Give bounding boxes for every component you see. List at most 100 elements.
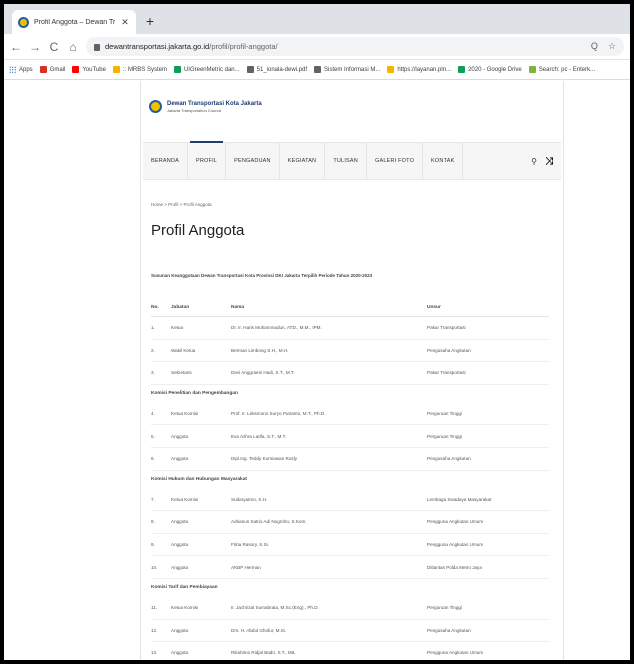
cell-jabatan: Anggota	[171, 650, 189, 656]
cell-jabatan: Ketua Komisi	[171, 411, 199, 417]
tab-strip: Profil Anggota – Dewan Transportasi Kota…	[4, 4, 630, 34]
lock-icon	[94, 44, 100, 51]
url-host: dewantransportasi.jakarta.go.id	[105, 42, 210, 51]
menu-item-profil[interactable]: PROFIL	[188, 141, 227, 180]
breadcrumb: Home > Profil > Profil Anggota	[151, 202, 212, 207]
back-button[interactable]: ←	[10, 40, 22, 54]
header-unsur: Unsur	[427, 305, 441, 310]
cell-unsur: Perguruan Tinggi	[427, 605, 462, 611]
table-row: 8. Anggota Adrianus Satrio Adi Nugroho, S.…	[151, 511, 549, 534]
bookmark-item[interactable]: https://layanan.pln...	[387, 66, 451, 73]
cell-no: 10.	[151, 564, 158, 570]
site-logo[interactable]: Dewan Transportasi Kota Jakarta Jakarta …	[149, 100, 262, 113]
apps-grid-icon	[9, 66, 16, 73]
cell-unsur: Pengguna Angkutan Umum	[427, 542, 484, 548]
bookmark-label: UIGreenMetric dan...	[183, 66, 240, 73]
menu-item-kegiatan[interactable]: KEGIATAN	[280, 142, 326, 180]
site-container: Dewan Transportasi Kota Jakarta Jakarta …	[140, 81, 564, 660]
table-row: 6. Anggota Dipl.Ing. Teddy Kurniawan Rusly…	[151, 448, 549, 471]
page-viewport: Dewan Transportasi Kota Jakarta Jakarta …	[4, 81, 630, 660]
bookmark-star-icon[interactable]: ☆	[608, 41, 616, 52]
menu-item-kontak[interactable]: KONTAK	[423, 142, 464, 180]
cell-nama: Berman Limbong S.H., M.H.	[231, 347, 289, 353]
cell-no: 3.	[151, 370, 155, 376]
table-row: 10. Anggota AKBP Herman Ditlantas Polda Met…	[151, 556, 549, 579]
cell-jabatan: Ketua	[171, 325, 184, 331]
menu-item-galeri-foto[interactable]: GALERI FOTO	[367, 142, 424, 180]
bookmark-item[interactable]: 51_ionala-dewi.pdf	[246, 66, 307, 73]
page-title: Profil Anggota	[151, 222, 245, 239]
url-text: dewantransportasi.jakarta.go.id/profil/p…	[105, 42, 278, 51]
cell-unsur: Pakar Transportasi	[427, 370, 466, 376]
cell-jabatan: Anggota	[171, 627, 189, 633]
menu-item-beranda[interactable]: BERANDA	[143, 142, 188, 180]
bookmark-item[interactable]: Sistem Informasi M...	[314, 66, 380, 73]
bookmark-item[interactable]: 2020 - Google Drive	[458, 66, 522, 73]
search-icon[interactable]: ⚲	[531, 157, 537, 166]
pln-icon	[387, 66, 395, 73]
cell-no: 12.	[151, 627, 158, 633]
bookmark-item[interactable]: Apps	[9, 66, 33, 73]
table-row: 13. Anggota Rikobimo Ridjal Badri, S.T., M…	[151, 642, 549, 660]
menu-item-tulisan[interactable]: TULISAN	[325, 142, 367, 180]
bookmark-label: :: MRBS System	[122, 66, 167, 73]
table-row: 4. Ketua Komisi Prof. Ir. Leksmono Suryo P…	[151, 403, 549, 426]
home-button[interactable]: ⌂	[67, 40, 79, 54]
site-favicon-icon	[18, 16, 29, 28]
table-row: 2. Wakil Ketua Berman Limbong S.H., M.H. Pe…	[151, 340, 549, 363]
shuffle-icon[interactable]: ⤨	[545, 156, 553, 167]
drive-icon	[173, 66, 181, 73]
address-bar[interactable]: dewantransportasi.jakarta.go.id/profil/p…	[86, 37, 624, 56]
brand-name: Dewan Transportasi Kota Jakarta	[167, 100, 262, 107]
cell-unsur: Pengusaha Angkutan	[427, 627, 471, 633]
cell-no: 8.	[151, 519, 155, 525]
reload-button[interactable]: C	[48, 40, 60, 54]
cell-nama: Eva Azhra Latifa, S.T., M.T.	[231, 433, 287, 439]
section-heading-row: Komisi Tarif dan Pembiayaan	[151, 579, 549, 597]
cell-unsur: Pengusaha Angkutan	[427, 456, 471, 462]
search-bookmark-icon	[528, 66, 536, 73]
cell-no: 1.	[151, 325, 155, 331]
cell-jabatan: Anggota	[171, 433, 189, 439]
bookmark-label: Gmail	[49, 66, 66, 73]
bookmark-item[interactable]: Search: pc - Enterk...	[528, 66, 595, 73]
bookmark-label: 2020 - Google Drive	[468, 66, 522, 73]
cell-jabatan: Anggota	[171, 456, 189, 462]
drive-icon	[458, 66, 466, 73]
cell-no: 9.	[151, 542, 155, 548]
bookmark-item[interactable]: YouTube	[72, 66, 106, 73]
bookmark-item[interactable]: Gmail	[39, 66, 66, 73]
cell-no: 7.	[151, 496, 155, 502]
new-tab-button[interactable]: +	[142, 12, 158, 30]
header-nama: Nama	[231, 305, 245, 310]
cell-unsur: Pengguna Angkutan Umum	[427, 519, 484, 525]
bookmark-label: https://layanan.pln...	[397, 66, 452, 73]
cell-nama: Sudaryatmo, S.H.	[231, 496, 268, 502]
tab-title: Profil Anggota – Dewan Transportasi Kota…	[34, 18, 115, 26]
browser-window: Profil Anggota – Dewan Transportasi Kota…	[4, 4, 630, 660]
bookmark-label: YouTube	[82, 66, 106, 73]
bookmark-item[interactable]: UIGreenMetric dan...	[173, 66, 240, 73]
omnibox-actions: Q ☆	[591, 41, 616, 52]
active-tab[interactable]: Profil Anggota – Dewan Transportasi Kota…	[12, 10, 136, 34]
brand-text: Dewan Transportasi Kota Jakarta Jakarta …	[167, 101, 262, 113]
forward-button[interactable]: →	[29, 40, 41, 54]
youtube-icon	[72, 66, 80, 73]
table-row: 9. Anggota Fitria Rasory, S.Si. Pengguna An…	[151, 534, 549, 557]
url-path: /profil/profil-anggota/	[209, 42, 278, 51]
member-table: No. Jabatan Nama Unsur 1. Ketua Dr. Ir. Ha…	[151, 299, 549, 660]
gmail-icon	[39, 66, 47, 73]
bookmark-item[interactable]: :: MRBS System	[112, 66, 167, 73]
cell-unsur: Ditlantas Polda Metro Jaya	[427, 564, 482, 570]
cell-nama: AKBP Herman	[231, 564, 261, 570]
close-tab-icon[interactable]: ✕	[120, 17, 130, 28]
cell-jabatan: Anggota	[171, 564, 189, 570]
cell-nama: Fitria Rasory, S.Si.	[231, 542, 269, 548]
cell-unsur: Pengguna Angkutan Umum	[427, 650, 484, 656]
table-caption: Susunan Keanggotaan Dewan Transportasi K…	[151, 273, 373, 278]
menu-item-pengaduan[interactable]: PENGADUAN	[226, 142, 280, 180]
navigation-bar: ← → C ⌂ dewantransportasi.jakarta.go.id/…	[4, 34, 630, 60]
search-icon[interactable]: Q	[591, 41, 598, 52]
cell-jabatan: Ketua Komisi	[171, 605, 199, 611]
globe-icon	[314, 66, 322, 73]
